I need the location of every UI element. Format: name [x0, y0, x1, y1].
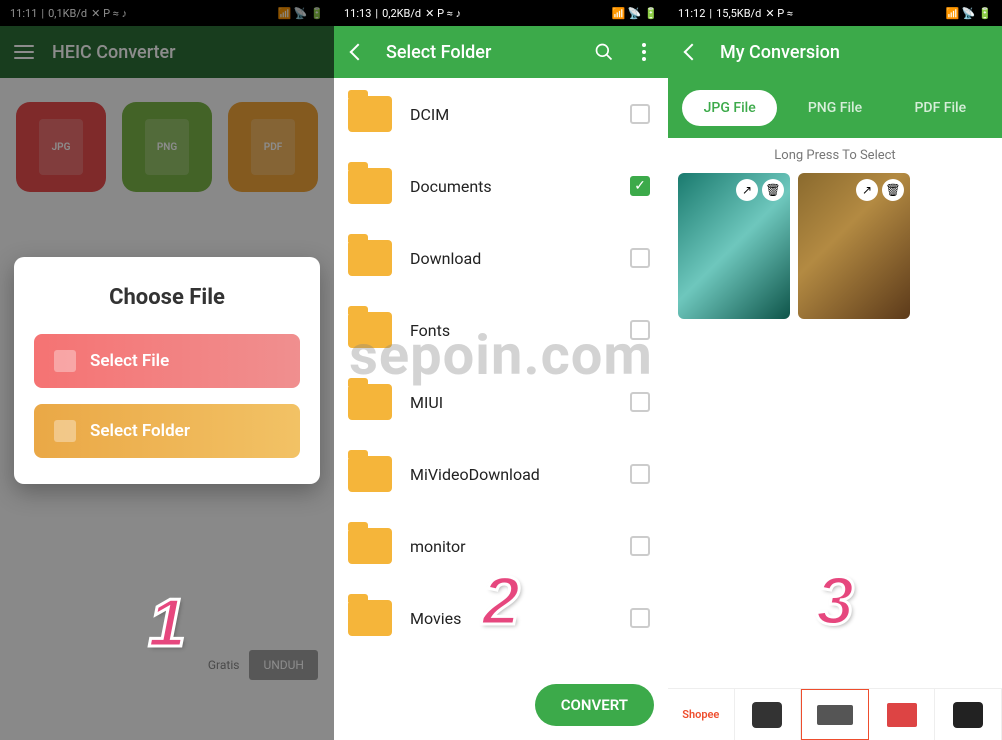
folder-row[interactable]: Documents ✓: [334, 150, 668, 222]
folder-name: Documents: [410, 177, 612, 196]
folder-checkbox[interactable]: [630, 392, 650, 412]
folder-checkbox[interactable]: [630, 248, 650, 268]
choose-file-dialog: Choose File Select File Select Folder: [14, 257, 320, 484]
select-folder-button[interactable]: Select Folder: [34, 404, 300, 458]
folder-icon: [54, 420, 76, 442]
folder-icon: [348, 600, 392, 636]
app-title: My Conversion: [720, 42, 990, 63]
ad-cell-5[interactable]: [935, 689, 1002, 740]
status-bar: 11:13 | 0,2KB/d ✕ P ≈ ♪ 📶 📡 🔋: [334, 0, 668, 26]
step-badge-2: 2: [482, 562, 520, 640]
folder-checkbox[interactable]: ✓: [630, 176, 650, 196]
convert-button[interactable]: CONVERT: [535, 684, 654, 726]
back-button[interactable]: [346, 40, 370, 64]
search-icon[interactable]: [592, 40, 616, 64]
folder-icon: [348, 456, 392, 492]
status-icons: ✕ P ≈: [765, 7, 793, 20]
app-bar: Select Folder: [334, 26, 668, 78]
folder-icon: [348, 384, 392, 420]
thumbnail-grid: ↗ 🗑 ↗ 🗑: [668, 173, 1002, 319]
step-badge-1: 1: [148, 584, 186, 662]
step-badge-3: 3: [816, 562, 854, 640]
folder-row[interactable]: Download: [334, 222, 668, 294]
ad-cell-4[interactable]: [869, 689, 936, 740]
thumbnail-1[interactable]: ↗ 🗑: [678, 173, 790, 319]
ad-shopee[interactable]: Shopee: [668, 689, 735, 740]
folder-row[interactable]: MIUI: [334, 366, 668, 438]
folder-row[interactable]: DCIM: [334, 78, 668, 150]
screen-2-select-folder: 11:13 | 0,2KB/d ✕ P ≈ ♪ 📶 📡 🔋 Select Fol…: [334, 0, 668, 740]
status-net: 15,5KB/d: [716, 7, 761, 20]
folder-checkbox[interactable]: [630, 464, 650, 484]
file-type-tabs: JPG File PNG File PDF File: [668, 78, 1002, 138]
status-net: 0,2KB/d: [382, 7, 421, 20]
status-time: 11:13: [344, 7, 371, 20]
folder-name: MIUI: [410, 393, 612, 412]
back-button[interactable]: [680, 40, 704, 64]
folder-icon: [348, 96, 392, 132]
image-icon: [54, 350, 76, 372]
ad-strip[interactable]: Shopee: [668, 688, 1002, 740]
hint-text: Long Press To Select: [668, 138, 1002, 173]
tab-jpg[interactable]: JPG File: [682, 90, 777, 126]
status-icons: ✕ P ≈ ♪: [425, 7, 461, 20]
app-bar: My Conversion: [668, 26, 1002, 78]
tab-png[interactable]: PNG File: [787, 90, 882, 126]
ad-cell-2[interactable]: [735, 689, 802, 740]
folder-icon: [348, 168, 392, 204]
folder-icon: [348, 312, 392, 348]
status-bar: 11:12 | 15,5KB/d ✕ P ≈ 📶 📡 🔋: [668, 0, 1002, 26]
app-title: Select Folder: [386, 42, 576, 63]
folder-row[interactable]: Fonts: [334, 294, 668, 366]
screen-1-heic-converter: 11:11 | 0,1KB/d ✕ P ≈ ♪ 📶 📡 🔋 HEIC Conve…: [0, 0, 334, 740]
status-right: 📶 📡 🔋: [945, 7, 992, 20]
folder-checkbox[interactable]: [630, 536, 650, 556]
folder-checkbox[interactable]: [630, 320, 650, 340]
folder-row[interactable]: MiVideoDownload: [334, 438, 668, 510]
tab-pdf[interactable]: PDF File: [893, 90, 988, 126]
folder-name: Download: [410, 249, 612, 268]
dialog-title: Choose File: [34, 285, 300, 310]
folder-name: MiVideoDownload: [410, 465, 612, 484]
folder-checkbox[interactable]: [630, 104, 650, 124]
share-icon[interactable]: ↗: [736, 179, 758, 201]
ad-cell-3[interactable]: [801, 689, 869, 740]
select-file-button[interactable]: Select File: [34, 334, 300, 388]
folder-name: Fonts: [410, 321, 612, 340]
screen-3-my-conversion: 11:12 | 15,5KB/d ✕ P ≈ 📶 📡 🔋 My Conversi…: [668, 0, 1002, 740]
folder-name: DCIM: [410, 105, 612, 124]
folder-name: monitor: [410, 537, 612, 556]
status-time: 11:12: [678, 7, 705, 20]
folder-icon: [348, 240, 392, 276]
overflow-menu-icon[interactable]: [632, 40, 656, 64]
folder-checkbox[interactable]: [630, 608, 650, 628]
status-right: 📶 📡 🔋: [611, 7, 658, 20]
thumbnail-2[interactable]: ↗ 🗑: [798, 173, 910, 319]
share-icon[interactable]: ↗: [856, 179, 878, 201]
folder-icon: [348, 528, 392, 564]
delete-icon[interactable]: 🗑: [882, 179, 904, 201]
delete-icon[interactable]: 🗑: [762, 179, 784, 201]
